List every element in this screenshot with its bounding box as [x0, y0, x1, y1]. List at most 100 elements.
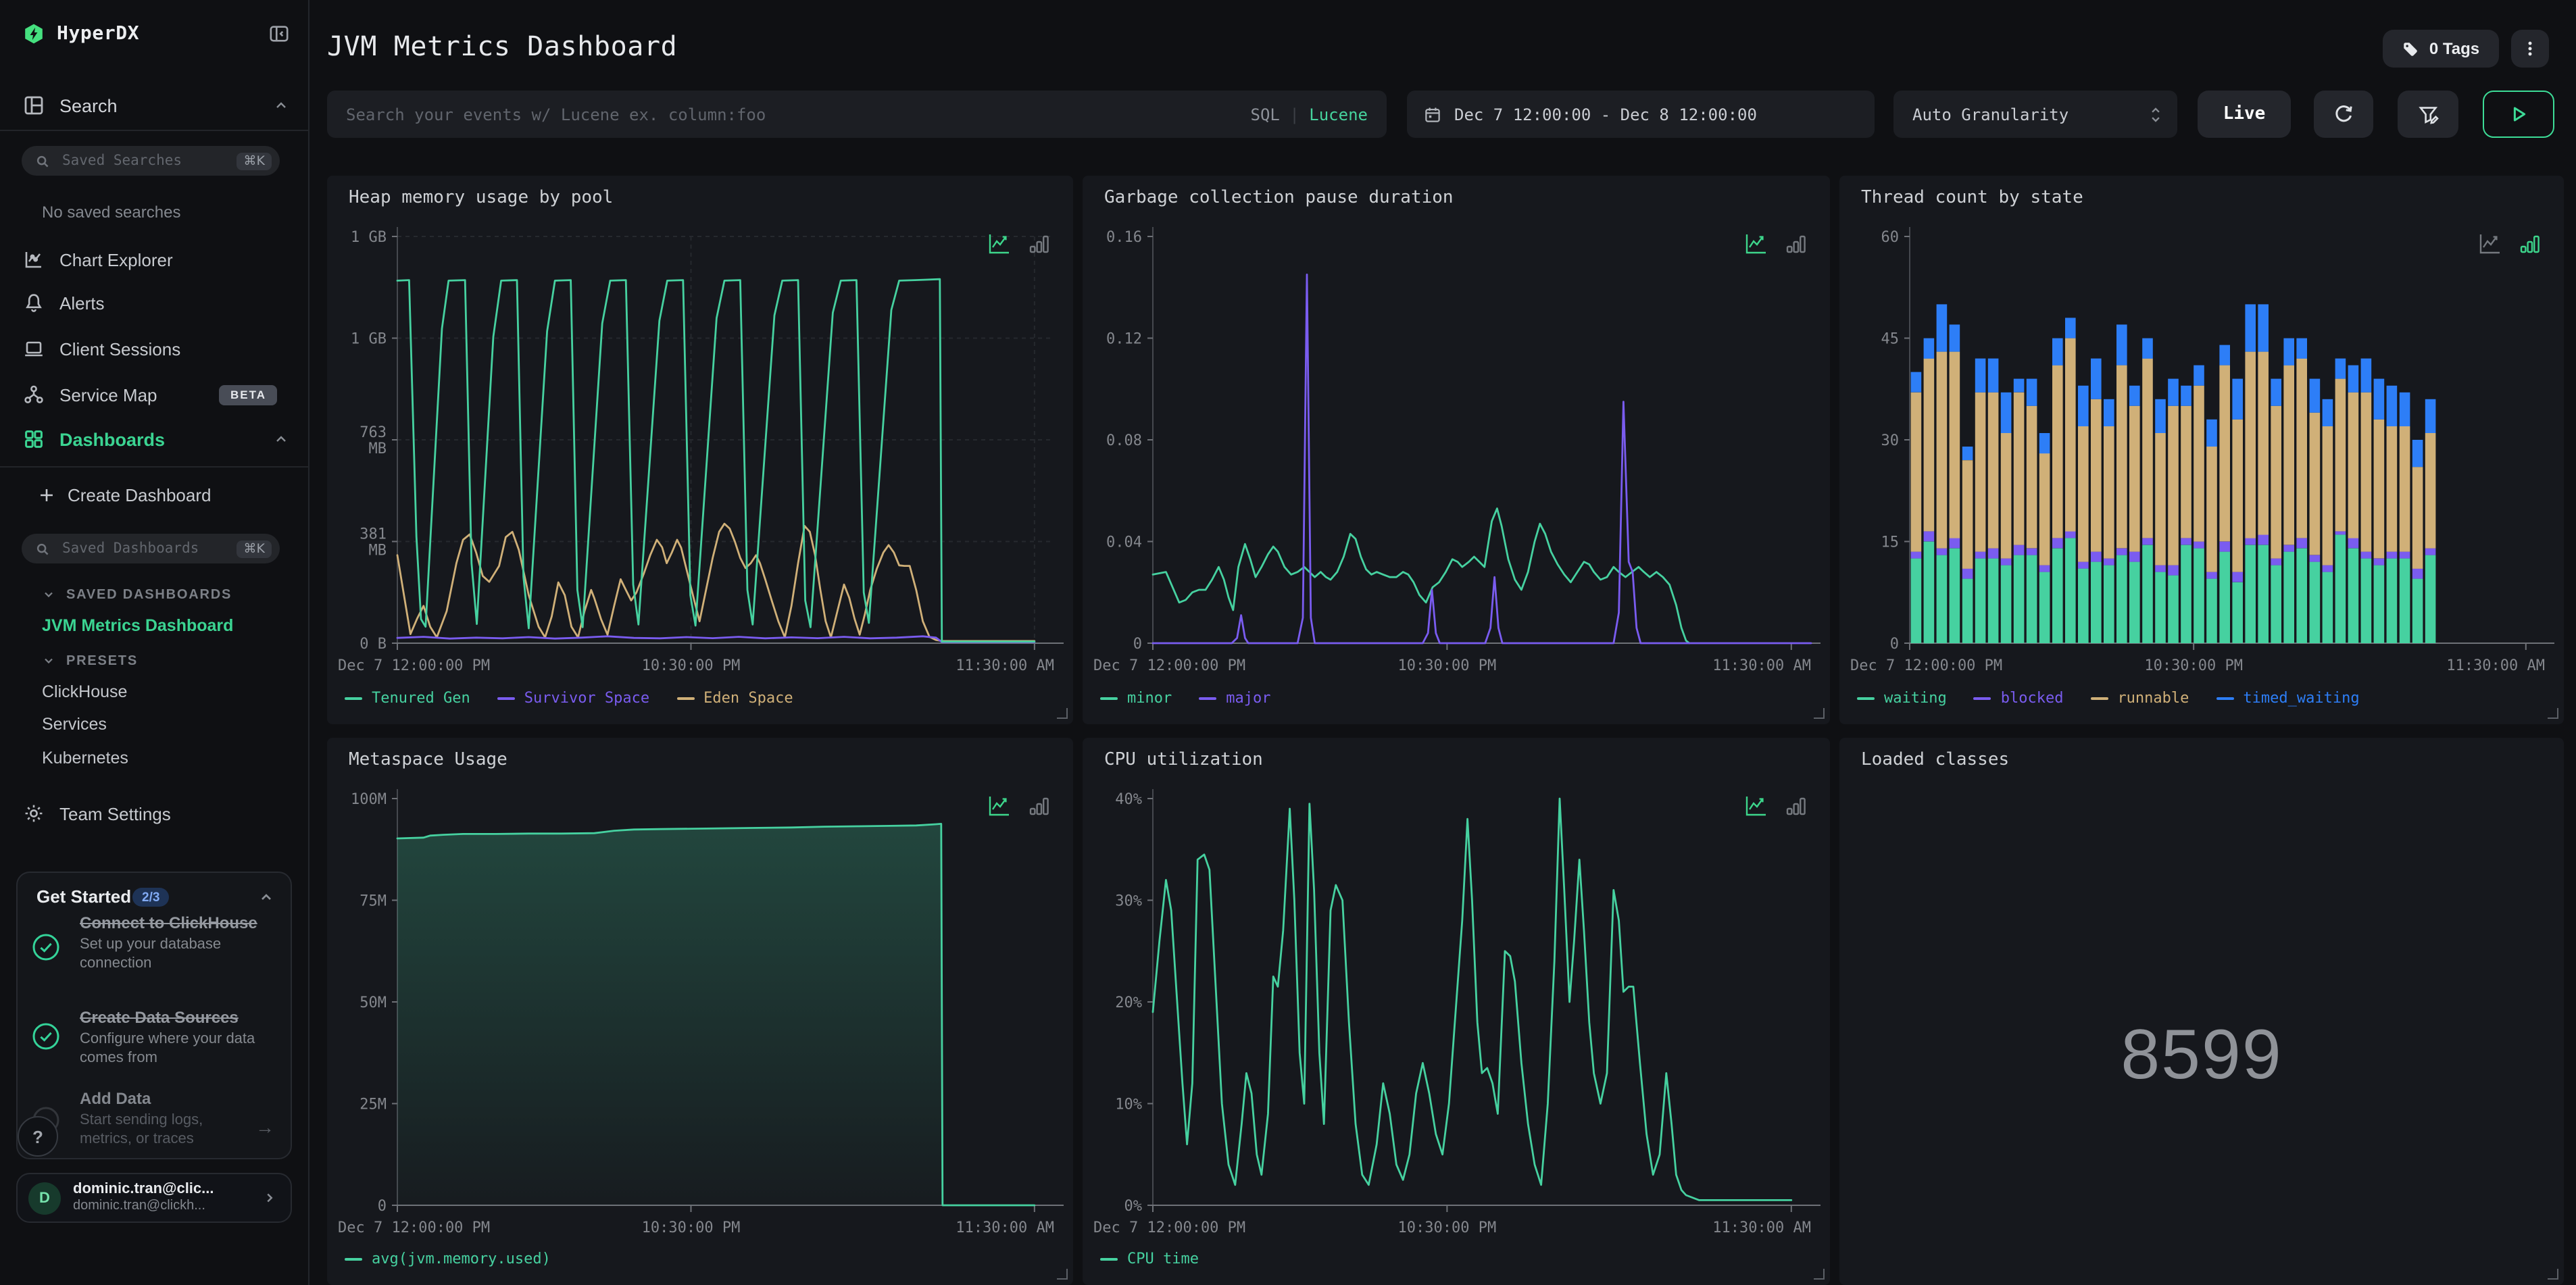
create-dashboard-button[interactable]: Create Dashboard: [0, 477, 308, 512]
sidebar-item-kubernetes[interactable]: Kubernetes: [0, 746, 350, 770]
chart-metaspace[interactable]: 100M 75M 50M 25M 0 Dec 7 12:00:00 PM 10:30:00 …: [327, 738, 1073, 1285]
dashboards-icon: [25, 430, 43, 448]
legend-item[interactable]: blocked: [1973, 689, 2063, 707]
presets-header[interactable]: PRESETS: [0, 649, 350, 673]
bar-chart-mode-icon[interactable]: [2519, 232, 2542, 255]
chart-gc-pause[interactable]: 0.16 0.12 0.08 0.04 0 Dec 7 12:00:00 PM 10:30:…: [1083, 176, 1830, 724]
sidebar-item-dashboards[interactable]: Dashboards: [0, 422, 308, 457]
svg-text:30%: 30%: [1115, 893, 1142, 910]
legend-item[interactable]: minor: [1100, 689, 1172, 707]
line-chart-mode-icon[interactable]: [2479, 232, 2502, 255]
sidebar-item-jvm-metrics-dashboard[interactable]: JVM Metrics Dashboard: [0, 613, 350, 638]
event-search-field[interactable]: [327, 105, 1251, 124]
legend-swatch: [2090, 697, 2108, 699]
legend-item[interactable]: waiting: [1857, 689, 1947, 707]
sql-toggle[interactable]: SQL: [1251, 105, 1280, 124]
line-chart-mode-icon[interactable]: [1745, 795, 1768, 817]
legend-label: Tenured Gen: [372, 689, 470, 707]
sidebar-item-clickhouse[interactable]: ClickHouse: [0, 680, 350, 704]
event-search-input[interactable]: SQL | Lucene: [327, 91, 1387, 138]
arrow-right-icon: →: [255, 1116, 274, 1138]
panel-cpu-utilization: CPU utilization 40% 30% 20% 10% 0% Dec 7 12:0…: [1083, 738, 1830, 1285]
resize-handle[interactable]: [1814, 1269, 1825, 1280]
chevron-up-icon[interactable]: [258, 889, 274, 905]
tags-button[interactable]: 0 Tags: [2383, 30, 2499, 68]
saved-searches-input[interactable]: ⌘K: [22, 146, 280, 176]
lucene-toggle[interactable]: Lucene: [1309, 105, 1368, 124]
svg-text:0: 0: [378, 1198, 387, 1215]
resize-handle[interactable]: [2548, 708, 2558, 719]
sidebar-item-team-settings[interactable]: Team Settings: [0, 796, 308, 831]
legend-item[interactable]: CPU time: [1100, 1250, 1199, 1267]
svg-text:10:30:00 PM: 10:30:00 PM: [2144, 657, 2243, 674]
get-started-item[interactable]: Create Data Sources Configure where your…: [80, 1008, 274, 1067]
tags-count-label: 0 Tags: [2429, 39, 2480, 58]
granularity-select[interactable]: Auto Granularity: [1893, 91, 2177, 138]
sidebar-item-search[interactable]: Search: [0, 86, 308, 124]
run-query-button[interactable]: [2483, 91, 2554, 138]
saved-searches-field[interactable]: [59, 151, 237, 170]
bar-chart-mode-icon[interactable]: [1029, 232, 1051, 255]
line-chart-mode-icon[interactable]: [988, 232, 1011, 255]
date-range-picker[interactable]: Dec 7 12:00:00 - Dec 8 12:00:00: [1407, 91, 1875, 138]
get-started-card: Get Started 2/3 Connect to ClickHouse Se…: [16, 872, 292, 1159]
shortcut-badge: ⌘K: [237, 152, 272, 170]
line-chart-mode-icon[interactable]: [1745, 232, 1768, 255]
filter-button[interactable]: [2398, 91, 2458, 138]
refresh-icon: [2335, 105, 2352, 122]
svg-text:763MB: 763 MB: [360, 424, 387, 457]
legend-item[interactable]: Tenured Gen: [345, 689, 470, 707]
sidebar-item-chart-explorer[interactable]: Chart Explorer: [0, 242, 308, 277]
legend-item[interactable]: Eden Space: [676, 689, 793, 707]
panel-loaded-classes: Loaded classes 8599: [1839, 738, 2564, 1285]
step-title: Connect to ClickHouse: [80, 913, 257, 932]
svg-text:Dec 7 12:00:00 PM: Dec 7 12:00:00 PM: [338, 657, 490, 674]
legend-swatch: [497, 697, 515, 699]
panel-title: Loaded classes: [1861, 750, 2010, 770]
sidebar-item-alerts[interactable]: Alerts: [0, 285, 308, 320]
svg-text:Dec 7 12:00:00 PM: Dec 7 12:00:00 PM: [1093, 1219, 1245, 1236]
legend-item[interactable]: Survivor Space: [497, 689, 649, 707]
resize-handle[interactable]: [1057, 1269, 1068, 1280]
legend-item[interactable]: timed_waiting: [2216, 689, 2360, 707]
user-menu[interactable]: D dominic.tran@clic... dominic.tran@clic…: [16, 1173, 292, 1223]
collapse-sidebar-icon[interactable]: [269, 24, 289, 44]
sidebar-item-client-sessions[interactable]: Client Sessions: [0, 331, 308, 366]
svg-text:0 B: 0 B: [360, 636, 387, 653]
saved-dashboards-field[interactable]: [59, 539, 237, 558]
sidebar-item-service-map[interactable]: Service Map BETA: [0, 377, 308, 412]
live-button[interactable]: Live: [2198, 91, 2291, 138]
legend-item[interactable]: major: [1199, 689, 1271, 707]
user-name: dominic.tran@clic...: [73, 1180, 214, 1197]
legend-item[interactable]: avg(jvm.memory.used): [345, 1250, 551, 1267]
sidebar-item-services[interactable]: Services: [0, 712, 350, 736]
line-chart-mode-icon[interactable]: [988, 795, 1011, 817]
refresh-button[interactable]: [2314, 91, 2373, 138]
svg-text:10:30:00 PM: 10:30:00 PM: [642, 1219, 741, 1236]
bar-chart-mode-icon[interactable]: [1785, 795, 1808, 817]
legend-swatch: [345, 1257, 362, 1260]
saved-dashboards-header[interactable]: SAVED DASHBOARDS: [0, 582, 350, 607]
chart-legend: avg(jvm.memory.used): [345, 1250, 551, 1267]
sidebar-item-label: Client Sessions: [59, 338, 181, 359]
resize-handle[interactable]: [2548, 1269, 2558, 1280]
bar-chart-mode-icon[interactable]: [1785, 232, 1808, 255]
chart-canvas: 60 45 30 15 0 Dec 7 12:00:00 PM 10:30:00 PM 11:…: [1850, 227, 2554, 674]
get-started-item[interactable]: Add Data Start sending logs, metrics, or…: [80, 1089, 258, 1149]
step-desc: Set up your database connection: [80, 936, 222, 972]
brand-name: HyperDX: [57, 23, 140, 45]
help-button[interactable]: ?: [18, 1116, 58, 1157]
panel-thread-count: Thread count by state 60 45 30 15 0 Dec 7 12:…: [1839, 176, 2564, 724]
filter-edit-icon: [2418, 106, 2438, 124]
chart-cpu-utilization[interactable]: 40% 30% 20% 10% 0% Dec 7 12:00:00 PM 10:30:00 …: [1083, 738, 1830, 1285]
saved-dashboards-input[interactable]: ⌘K: [22, 534, 280, 563]
resize-handle[interactable]: [1814, 708, 1825, 719]
svg-text:11:30:00 AM: 11:30:00 AM: [956, 657, 1054, 674]
bar-chart-mode-icon[interactable]: [1029, 795, 1051, 817]
resize-handle[interactable]: [1057, 708, 1068, 719]
legend-item[interactable]: runnable: [2090, 689, 2189, 707]
chart-heap-memory[interactable]: 1 GB 1 GB 763 MB 381 MB 0 B Dec 7 12:00:00 PM 10…: [327, 176, 1073, 724]
chart-thread-count[interactable]: 60 45 30 15 0 Dec 7 12:00:00 PM 10:30:00 PM 11:…: [1839, 176, 2564, 724]
dashboard-menu-button[interactable]: [2511, 30, 2549, 68]
get-started-item[interactable]: Connect to ClickHouse Set up your databa…: [80, 913, 274, 973]
